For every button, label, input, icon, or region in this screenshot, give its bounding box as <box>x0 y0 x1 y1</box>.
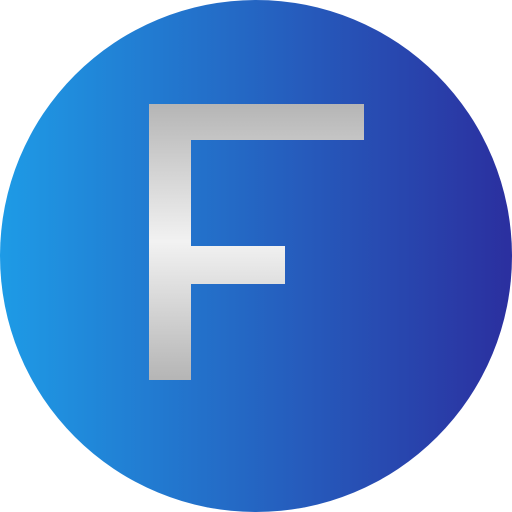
letter-f-icon <box>0 0 512 512</box>
icon-stage: F <box>0 0 512 512</box>
